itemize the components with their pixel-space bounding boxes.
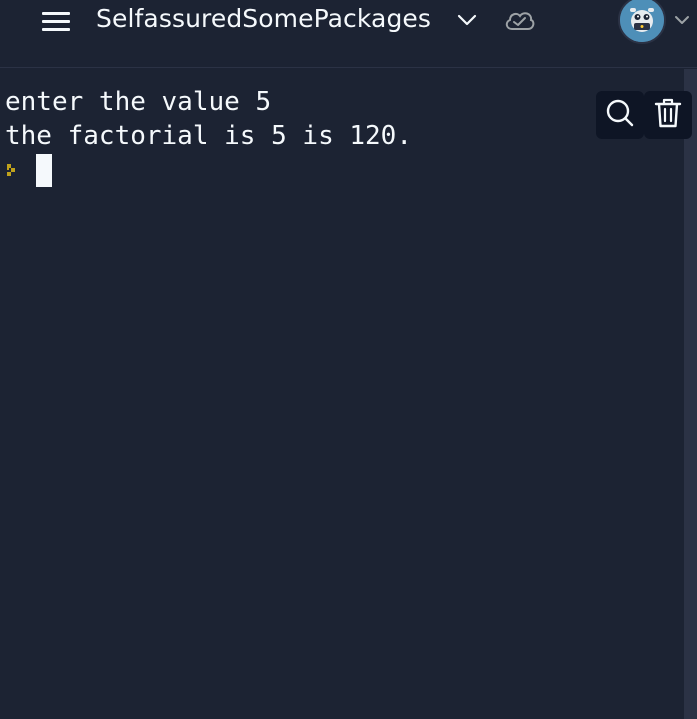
- hamburger-menu-icon[interactable]: [36, 6, 76, 38]
- search-button[interactable]: [596, 91, 644, 139]
- text-cursor[interactable]: [36, 154, 52, 187]
- clear-console-button[interactable]: [644, 91, 692, 139]
- search-icon: [604, 97, 636, 133]
- repl-dropdown-chevron-icon[interactable]: [452, 6, 482, 36]
- repl-name[interactable]: SelfassuredSomePackages: [96, 4, 431, 33]
- avatar-dropdown-chevron-icon[interactable]: [670, 8, 694, 32]
- console-output[interactable]: [0, 69, 684, 719]
- user-avatar[interactable]: [618, 0, 666, 44]
- console-line: the factorial is 5 is 120.: [5, 121, 412, 151]
- prompt-chevron-icon: [7, 164, 21, 180]
- top-bar: SelfassuredSomePackages: [0, 0, 697, 68]
- console-line: enter the value 5: [5, 87, 272, 117]
- cloud-check-icon: [502, 6, 536, 36]
- console-scrollbar[interactable]: [684, 69, 697, 719]
- trash-icon: [653, 97, 683, 133]
